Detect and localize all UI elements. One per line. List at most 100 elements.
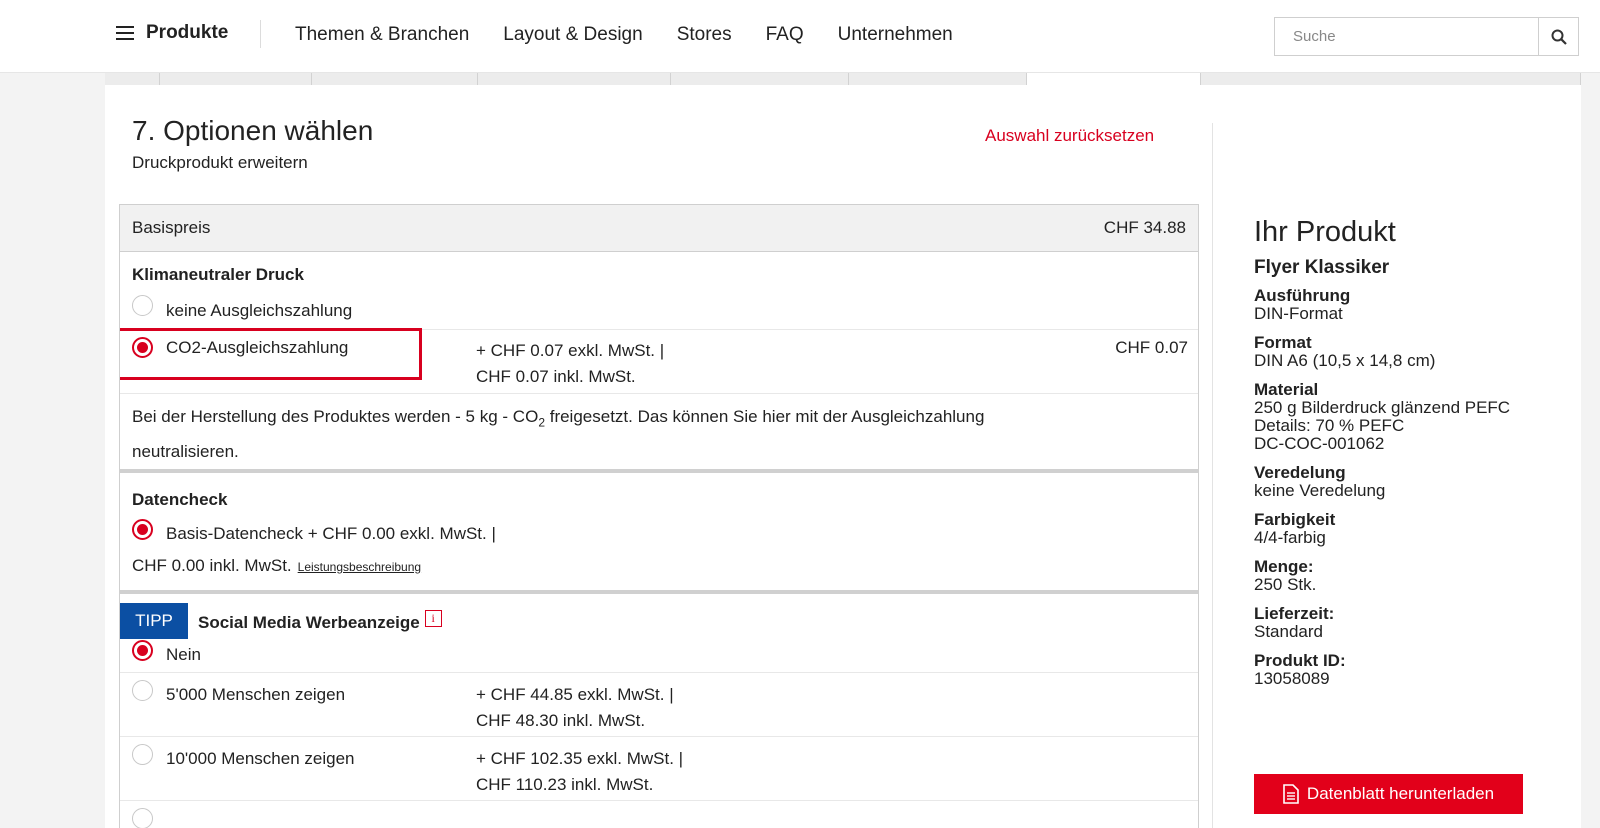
summary-item-format: Format DIN A6 (10,5 x 14,8 cm) <box>1254 334 1554 370</box>
nav-link-stores[interactable]: Stores <box>677 24 732 46</box>
summary-heading: Ihr Produkt <box>1254 216 1396 248</box>
co2-total: CHF 0.07 <box>1115 338 1188 357</box>
co2-desc-sub: 2 <box>538 415 545 430</box>
summary-value: Details: 70 % PEFC <box>1254 416 1405 435</box>
download-label: Datenblatt herunterladen <box>1306 784 1495 803</box>
datacheck-price-incl: CHF 0.00 inkl. MwSt. <box>132 556 292 575</box>
nav-link-faq[interactable]: FAQ <box>766 24 804 46</box>
co2-desc-line2: neutralisieren. <box>132 442 239 462</box>
top-header: Produkte Themen & Branchen Layout & Desi… <box>0 0 1600 73</box>
download-datasheet-button[interactable]: Datenblatt herunterladen <box>1254 774 1523 814</box>
product-summary: Ihr Produkt Flyer Klassiker Ausführung D… <box>1254 216 1554 688</box>
summary-key: Veredelung <box>1254 463 1346 482</box>
options-card: 7. Optionen wählen Druckprodukt erweiter… <box>105 85 1581 828</box>
social-option-label: Nein <box>166 645 201 664</box>
climate-option-label: CO2-Ausgleichszahlung <box>166 338 349 357</box>
social-option-more[interactable] <box>120 808 1198 828</box>
climate-option-none[interactable]: keine Ausgleichszahlung <box>120 295 1198 329</box>
document-icon <box>1283 784 1299 804</box>
search-button[interactable] <box>1538 18 1578 55</box>
summary-key: Lieferzeit: <box>1254 604 1335 623</box>
base-price-row: Basispreis CHF 34.88 <box>120 205 1198 252</box>
nav-link-themen[interactable]: Themen & Branchen <box>295 24 469 46</box>
radio-social-more[interactable] <box>132 808 153 828</box>
climate-group-title: Klimaneutraler Druck <box>132 265 304 284</box>
service-description-link[interactable]: Leistungsbeschreibung <box>298 560 421 574</box>
reset-selection-link[interactable]: Auswahl zurücksetzen <box>985 126 1154 146</box>
social-10000-price-excl: + CHF 102.35 exkl. MwSt. | <box>476 749 684 768</box>
co2-description: Bei der Herstellung des Produktes werden… <box>132 402 1182 466</box>
step-tabs-remnant <box>105 73 1581 85</box>
datacheck-option-line2: CHF 0.00 inkl. MwSt. Leistungsbeschreibun… <box>132 556 421 576</box>
nav-link-layout[interactable]: Layout & Design <box>503 24 642 46</box>
co2-desc-text-2: freigesetzt. Das können Sie hier mit der… <box>545 407 985 426</box>
search-input[interactable] <box>1275 18 1538 55</box>
summary-value: DC-COC-001062 <box>1254 434 1385 453</box>
search-icon <box>1551 29 1567 45</box>
social-group-title: Social Media Werbeanzeige <box>198 613 420 632</box>
datacheck-option-label: Basis-Datencheck + CHF 0.00 exkl. MwSt. … <box>166 524 496 543</box>
summary-key: Menge: <box>1254 557 1314 576</box>
radio-co2-compensation[interactable] <box>132 337 153 358</box>
summary-item-material: Material 250 g Bilderdruck glänzend PEFC… <box>1254 381 1554 453</box>
co2-price-incl: CHF 0.07 inkl. MwSt. <box>476 367 636 386</box>
summary-value: 4/4-farbig <box>1254 528 1326 547</box>
nav-divider <box>260 20 261 48</box>
social-option-10000[interactable]: 10'000 Menschen zeigen + CHF 102.35 exkl… <box>120 744 1198 799</box>
summary-key: Ausführung <box>1254 286 1351 305</box>
row-divider <box>120 672 1198 673</box>
radio-social-5000[interactable] <box>132 680 153 701</box>
social-group-header: Social Media Werbeanzeige i <box>198 610 442 633</box>
products-menu-button[interactable]: Produkte <box>116 22 228 44</box>
climate-option-label: keine Ausgleichszahlung <box>166 301 353 320</box>
summary-item-ausfuehrung: Ausführung DIN-Format <box>1254 287 1554 323</box>
summary-value: 13058089 <box>1254 669 1330 688</box>
summary-value: keine Veredelung <box>1254 481 1386 500</box>
summary-value: 250 Stk. <box>1254 575 1317 594</box>
row-divider <box>120 736 1198 737</box>
co2-desc-text: Bei der Herstellung des Produktes werden… <box>132 407 539 426</box>
products-menu-label: Produkte <box>146 22 229 43</box>
info-icon[interactable]: i <box>424 610 442 627</box>
social-5000-price: + CHF 44.85 exkl. MwSt. | CHF 48.30 inkl… <box>476 682 674 734</box>
main-nav: Themen & Branchen Layout & Design Stores… <box>295 24 987 46</box>
radio-social-10000[interactable] <box>132 744 153 765</box>
base-price-value: CHF 34.88 <box>1103 218 1186 237</box>
summary-value: DIN-Format <box>1254 304 1343 323</box>
social-5000-price-excl: + CHF 44.85 exkl. MwSt. | <box>476 685 674 704</box>
summary-value: DIN A6 (10,5 x 14,8 cm) <box>1254 351 1436 370</box>
social-option-label: 5'000 Menschen zeigen <box>166 685 346 704</box>
hamburger-icon <box>116 26 134 40</box>
climate-option-co2[interactable]: CO2-Ausgleichszahlung + CHF 0.07 exkl. M… <box>120 337 1198 392</box>
summary-item-menge: Menge: 250 Stk. <box>1254 558 1554 594</box>
datacheck-option-basis[interactable]: Basis-Datencheck + CHF 0.00 exkl. MwSt. … <box>120 519 1198 579</box>
column-divider <box>1212 123 1213 828</box>
search-box <box>1274 17 1579 56</box>
radio-social-no[interactable] <box>132 640 153 661</box>
co2-price-excl: + CHF 0.07 exkl. MwSt. | <box>476 341 665 360</box>
group-divider <box>120 590 1198 594</box>
radio-no-compensation[interactable] <box>132 295 153 316</box>
summary-item-farbigkeit: Farbigkeit 4/4-farbig <box>1254 511 1554 547</box>
summary-key: Farbigkeit <box>1254 510 1336 529</box>
social-option-5000[interactable]: 5'000 Menschen zeigen + CHF 44.85 exkl. … <box>120 680 1198 735</box>
social-option-nein[interactable]: Nein <box>120 640 1198 670</box>
summary-value: Standard <box>1254 622 1323 641</box>
summary-key: Produkt ID: <box>1254 651 1346 670</box>
group-divider <box>120 469 1198 473</box>
summary-item-veredelung: Veredelung keine Veredelung <box>1254 464 1554 500</box>
row-divider <box>120 329 1198 330</box>
summary-key: Material <box>1254 380 1319 399</box>
options-table: Basispreis CHF 34.88 Klimaneutraler Druc… <box>119 204 1199 828</box>
summary-key: Format <box>1254 333 1312 352</box>
product-name: Flyer Klassiker <box>1254 257 1390 278</box>
datacheck-group-title: Datencheck <box>132 490 228 509</box>
summary-value: 250 g Bilderdruck glänzend PEFC <box>1254 398 1511 417</box>
radio-basis-datacheck[interactable] <box>132 519 153 540</box>
base-price-label: Basispreis <box>132 218 211 237</box>
social-5000-price-incl: CHF 48.30 inkl. MwSt. <box>476 711 646 730</box>
summary-item-lieferzeit: Lieferzeit: Standard <box>1254 605 1554 641</box>
nav-link-unternehmen[interactable]: Unternehmen <box>838 24 953 46</box>
summary-item-produkt-id: Produkt ID: 13058089 <box>1254 652 1554 688</box>
social-option-label: 10'000 Menschen zeigen <box>166 749 355 768</box>
